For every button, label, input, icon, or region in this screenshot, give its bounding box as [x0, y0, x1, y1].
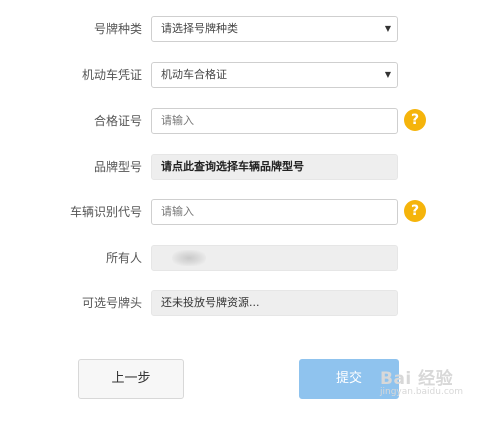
vehicle-cert-value: 机动车合格证 [161, 68, 227, 81]
vin-row: 车辆识别代号 请输入 ? [0, 199, 500, 225]
cert-no-input[interactable]: 请输入 [151, 108, 398, 134]
back-button[interactable]: 上一步 [78, 359, 184, 399]
optional-plate-value: 还未投放号牌资源... [161, 296, 260, 309]
optional-plate-row: 可选号牌头 还未投放号牌资源... [0, 290, 500, 316]
brand-model-field[interactable]: 请点此查询选择车辆品牌型号 [151, 154, 398, 180]
vehicle-cert-label: 机动车凭证 [81, 68, 142, 82]
redacted-name-blur [172, 250, 206, 266]
brand-model-value: 请点此查询选择车辆品牌型号 [161, 160, 304, 173]
optional-plate-field: 还未投放号牌资源... [151, 290, 398, 316]
watermark-url: jingyan.baidu.com [380, 387, 464, 397]
vehicle-cert-row: 机动车凭证 机动车合格证 ▼ [0, 62, 500, 88]
plate-type-label: 号牌种类 [93, 22, 142, 36]
plate-type-value: 请选择号牌种类 [161, 22, 238, 35]
plate-type-select[interactable]: 请选择号牌种类 ▼ [151, 16, 398, 42]
owner-field [151, 245, 398, 271]
help-icon[interactable]: ? [404, 200, 426, 222]
cert-no-placeholder: 请输入 [161, 114, 194, 127]
optional-plate-label: 可选号牌头 [81, 296, 142, 310]
brand-model-row: 品牌型号 请点此查询选择车辆品牌型号 [0, 154, 500, 180]
cert-no-row: 合格证号 请输入 ? [0, 108, 500, 134]
chevron-down-icon: ▼ [384, 24, 391, 33]
watermark-brand: Bai 经验 [380, 369, 454, 389]
brand-model-label: 品牌型号 [93, 160, 142, 174]
vin-placeholder: 请输入 [161, 205, 194, 218]
plate-type-row: 号牌种类 请选择号牌种类 ▼ [0, 16, 500, 42]
vehicle-cert-select[interactable]: 机动车合格证 ▼ [151, 62, 398, 88]
vin-input[interactable]: 请输入 [151, 199, 398, 225]
cert-no-label: 合格证号 [93, 114, 142, 128]
owner-label: 所有人 [105, 251, 142, 265]
help-icon[interactable]: ? [404, 109, 426, 131]
vin-label: 车辆识别代号 [69, 205, 142, 219]
owner-row: 所有人 [0, 245, 500, 271]
chevron-down-icon: ▼ [384, 70, 391, 79]
watermark: Bai 经验 jingyan.baidu.com [380, 364, 463, 397]
